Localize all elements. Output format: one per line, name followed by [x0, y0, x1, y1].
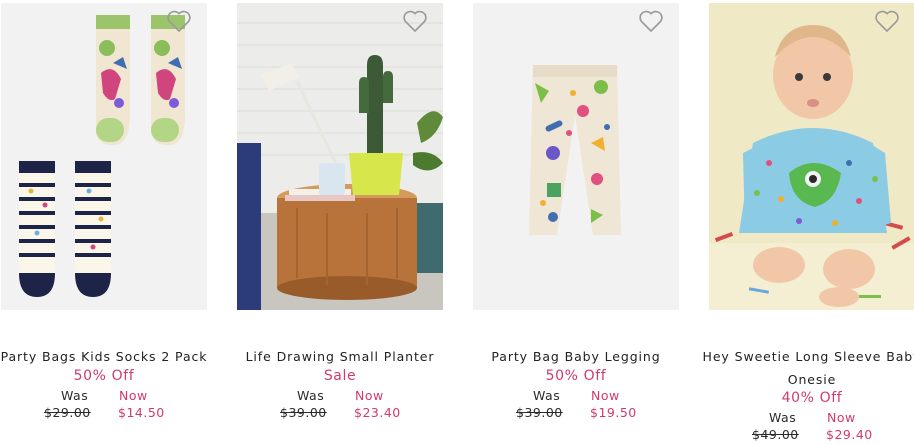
was-price: $29.00: [44, 405, 91, 420]
was-price: $39.00: [516, 405, 563, 420]
product-name[interactable]: Party Bag Baby Legging: [461, 345, 691, 368]
was-label: Was: [533, 388, 561, 403]
now-price: $29.40: [826, 427, 873, 442]
product-card[interactable]: Life Drawing Small Planter Sale Was $39.…: [237, 0, 443, 444]
product-image[interactable]: [237, 3, 443, 310]
wishlist-heart-icon[interactable]: [874, 9, 900, 33]
was-price: $39.00: [280, 405, 327, 420]
product-name[interactable]: Life Drawing Small Planter: [225, 345, 455, 368]
product-image[interactable]: [1, 3, 207, 310]
discount-badge: 50% Off: [73, 368, 135, 384]
wishlist-heart-icon[interactable]: [402, 9, 428, 33]
product-name[interactable]: Party Bags Kids Socks 2 Pack: [0, 345, 219, 368]
was-label: Was: [61, 388, 89, 403]
product-card[interactable]: Party Bags Kids Socks 2 Pack 50% Off Was…: [1, 0, 207, 444]
sale-badge: Sale: [323, 368, 357, 384]
wishlist-heart-icon[interactable]: [638, 9, 664, 33]
now-label: Now: [591, 388, 620, 403]
now-price: $23.40: [354, 405, 401, 420]
product-name-line1[interactable]: Hey Sweetie Long Sleeve Baby: [697, 345, 914, 368]
product-image[interactable]: [473, 3, 679, 310]
now-price: $19.50: [590, 405, 637, 420]
now-label: Now: [355, 388, 384, 403]
discount-badge: 50% Off: [545, 368, 607, 384]
was-label: Was: [769, 410, 797, 425]
was-price: $49.00: [752, 427, 799, 442]
now-label: Now: [827, 410, 856, 425]
now-label: Now: [119, 388, 148, 403]
product-image[interactable]: [709, 3, 914, 310]
wishlist-heart-icon[interactable]: [166, 9, 192, 33]
product-card[interactable]: Party Bag Baby Legging 50% Off Was $39.0…: [473, 0, 679, 444]
now-price: $14.50: [118, 405, 165, 420]
product-card[interactable]: Hey Sweetie Long Sleeve Baby Onesie 40% …: [703, 0, 914, 444]
was-label: Was: [297, 388, 325, 403]
product-name-line2[interactable]: Onesie: [697, 368, 914, 391]
discount-badge: 40% Off: [781, 390, 843, 406]
